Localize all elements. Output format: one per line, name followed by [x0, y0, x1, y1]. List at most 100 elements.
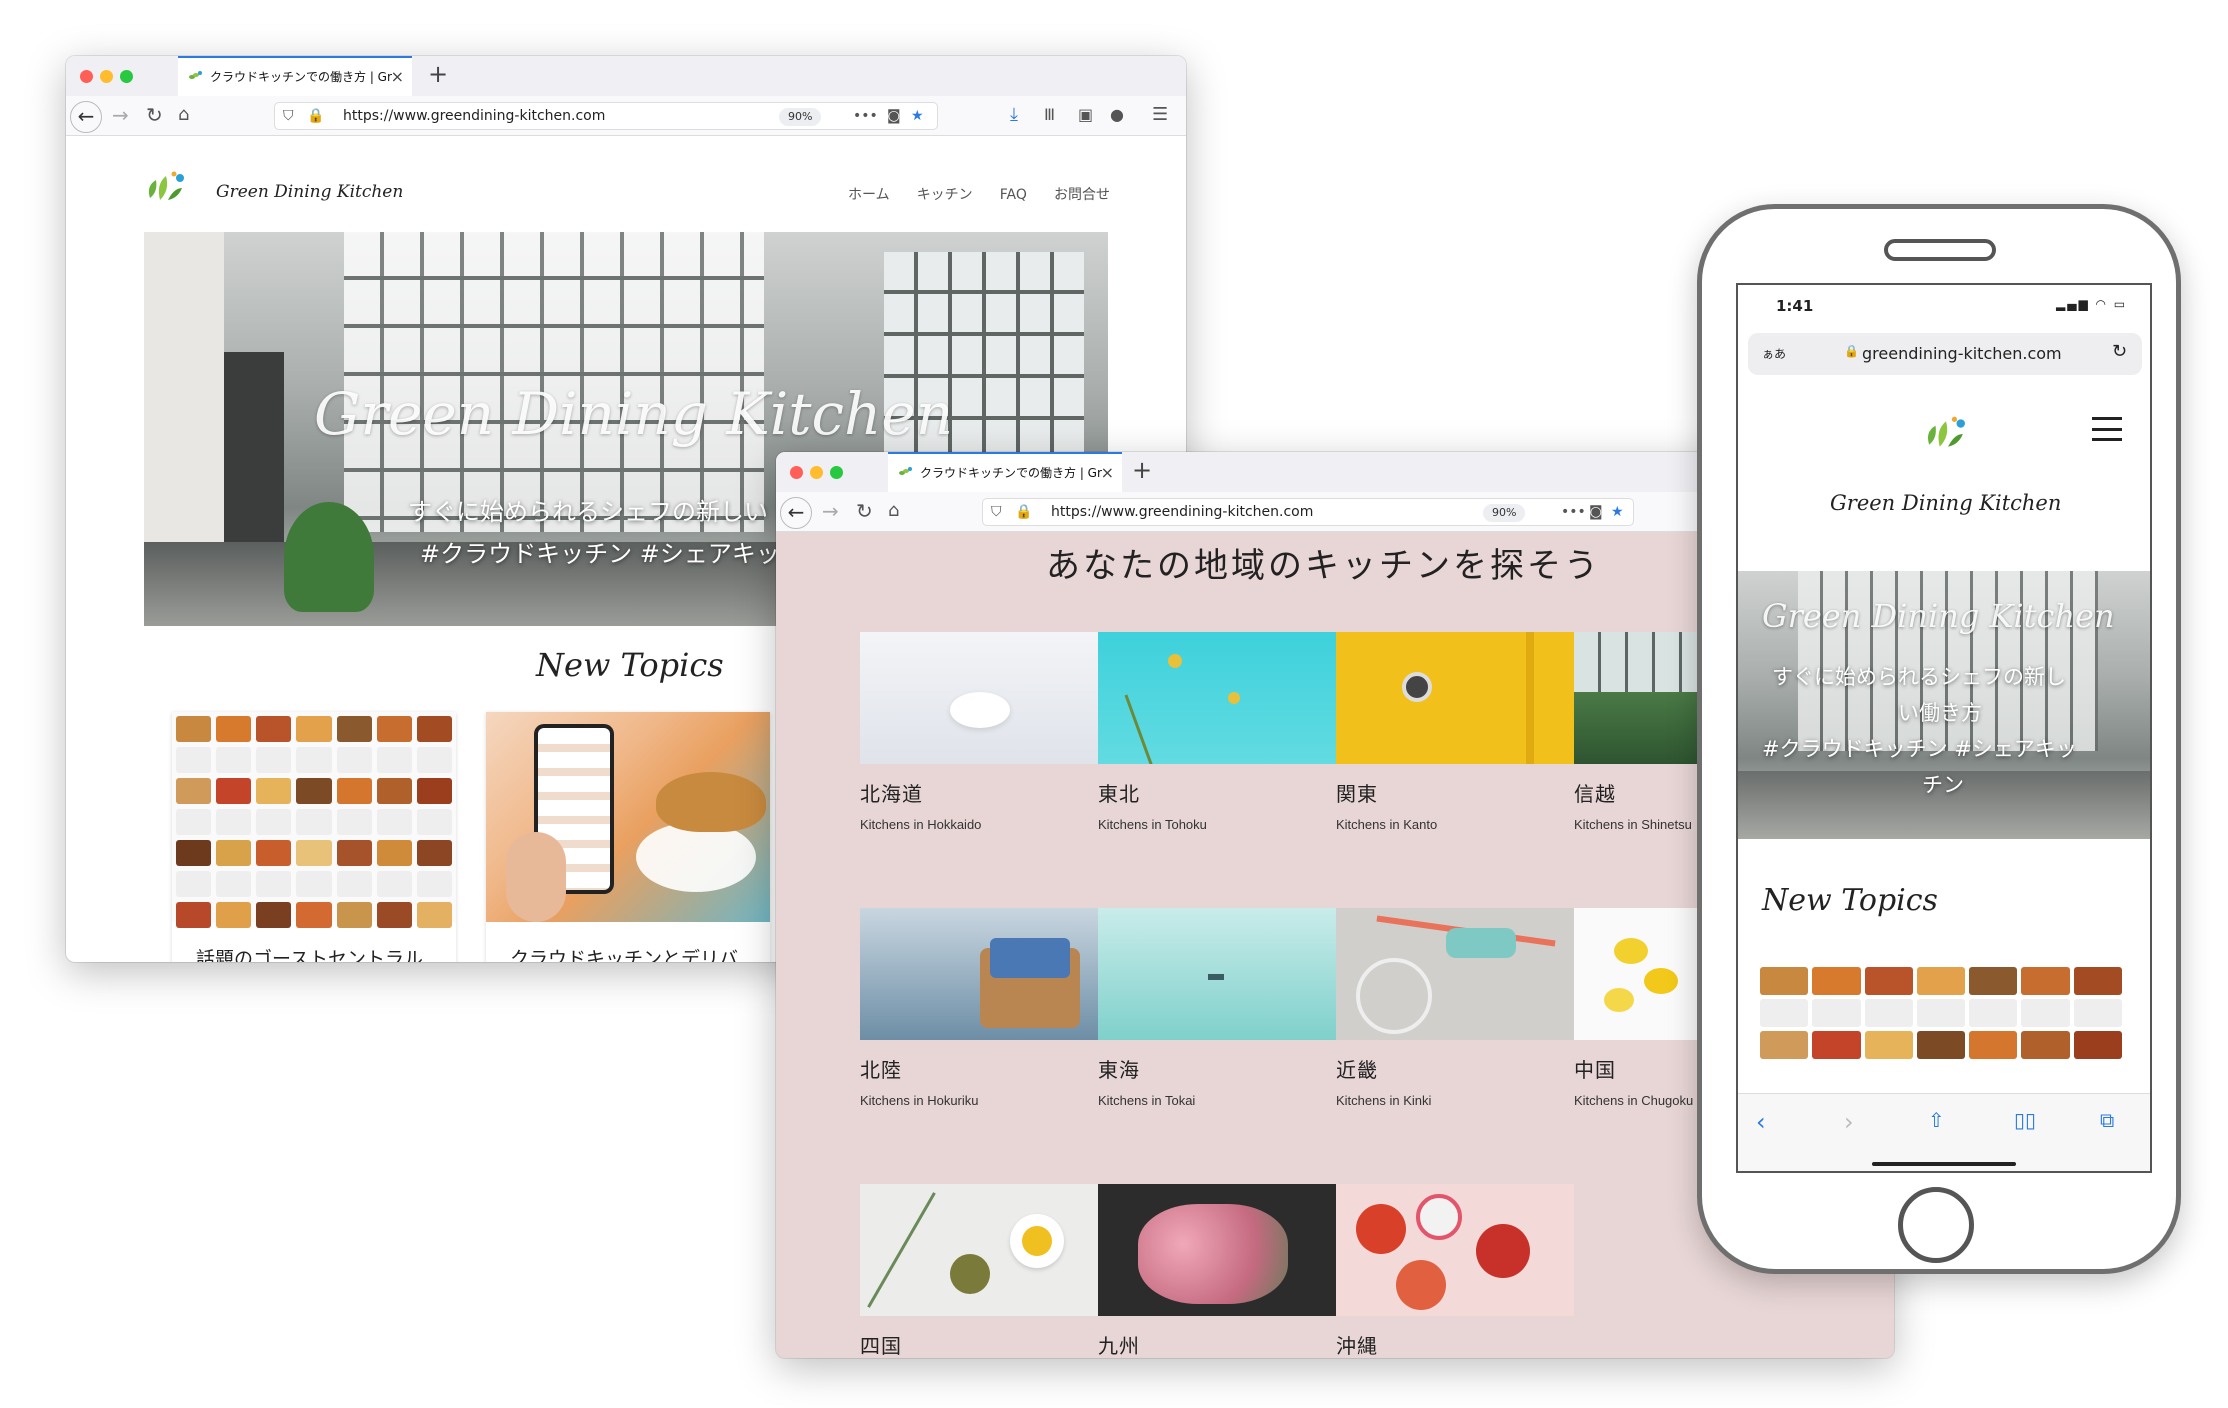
region-subtitle: Kitchens in Hokkaido [860, 817, 982, 832]
home-button[interactable]: ⌂ [888, 499, 899, 523]
new-tab-button[interactable]: + [1132, 456, 1152, 484]
home-indicator [1872, 1162, 2016, 1166]
region-card-hokuriku[interactable]: 北陸 Kitchens in Hokuriku [860, 908, 1098, 1108]
region-card-kyushu[interactable]: 九州 [1098, 1184, 1336, 1358]
nav-kitchen-link[interactable]: キッチン [917, 187, 973, 203]
region-image [860, 632, 1098, 764]
share-icon[interactable]: ⇧ [1928, 1108, 1945, 1132]
pocket-icon[interactable]: ◙ [1589, 504, 1603, 520]
bookmark-star-icon[interactable]: ★ [1611, 504, 1624, 520]
topic-card[interactable]: クラウドキッチンとデリバ [486, 712, 770, 962]
nav-faq-link[interactable]: FAQ [1000, 187, 1027, 203]
region-subtitle: Kitchens in Kinki [1336, 1093, 1432, 1108]
pocket-icon[interactable]: ◙ [887, 108, 901, 124]
sidebar-icon[interactable]: ▣ [1078, 103, 1093, 127]
phone-home-button[interactable] [1898, 1187, 1974, 1263]
library-icon[interactable]: Ⅲ [1044, 103, 1055, 127]
zoom-level[interactable]: 90% [1483, 504, 1526, 522]
region-image [1336, 632, 1574, 764]
lock-icon: 🔒 [1015, 504, 1033, 520]
hero-title: Green Dining Kitchen [1762, 597, 2115, 635]
phone-address-bar[interactable]: ぁあ 🔒 greendining-kitchen.com ↻ [1748, 333, 2142, 375]
phone-url-text: greendining-kitchen.com [1862, 344, 2062, 363]
tab-bar: クラウドキッチンでの働き方 | Gr × + [66, 56, 1186, 96]
phone-screen: 1:41 ▂▄▆ ◠ ▭ ぁあ 🔒 greendining-kitchen.co… [1736, 283, 2152, 1173]
lock-icon: 🔒 [1844, 344, 1859, 358]
zoom-window-button[interactable] [120, 70, 133, 83]
close-window-button[interactable] [80, 70, 93, 83]
minimize-window-button[interactable] [100, 70, 113, 83]
url-text: https://www.greendining-kitchen.com [1051, 504, 1314, 520]
back-button[interactable]: ← [70, 101, 102, 133]
forward-button[interactable]: › [1844, 1108, 1854, 1136]
close-window-button[interactable] [790, 466, 803, 479]
home-button[interactable]: ⌂ [178, 103, 189, 127]
nav-contact-link[interactable]: お問合せ [1054, 187, 1110, 203]
topic-card-title: 話題のゴーストセントラル [196, 948, 424, 962]
new-tab-button[interactable]: + [428, 60, 448, 88]
zoom-window-button[interactable] [830, 466, 843, 479]
region-card-shikoku[interactable]: 四国 [860, 1184, 1098, 1358]
account-icon[interactable]: ● [1110, 103, 1124, 127]
region-name: 近畿 [1336, 1058, 1378, 1082]
phone-speaker [1884, 239, 1996, 261]
region-subtitle: Kitchens in Kanto [1336, 817, 1438, 832]
reload-button[interactable]: ↻ [146, 103, 163, 127]
shield-icon: ⛉ [283, 108, 294, 124]
tabs-icon[interactable]: ⧉ [2100, 1108, 2114, 1132]
tab-active[interactable]: クラウドキッチンでの働き方 | Gr × [178, 56, 412, 96]
topic-card-image[interactable] [1760, 967, 2122, 1087]
url-bar[interactable]: ⛉ 🔒 https://www.greendining-kitchen.com … [982, 498, 1634, 526]
topic-card-image [486, 712, 770, 922]
topic-card[interactable]: 話題のゴーストセントラル [172, 712, 456, 962]
reload-button[interactable]: ↻ [856, 499, 873, 523]
region-name: 四国 [860, 1334, 902, 1358]
download-icon[interactable]: ⤓ [1010, 103, 1018, 127]
reader-aa-button[interactable]: ぁあ [1762, 345, 1786, 362]
close-tab-icon[interactable]: × [391, 67, 404, 86]
bookmarks-icon[interactable]: ▯▯ [2014, 1108, 2036, 1132]
region-card-kinki[interactable]: 近畿 Kitchens in Kinki [1336, 908, 1574, 1108]
tab-active[interactable]: クラウドキッチンでの働き方 | Gr × [888, 452, 1122, 492]
region-image [1336, 908, 1574, 1040]
site-logo-icon [1927, 416, 1965, 447]
region-name: 北海道 [860, 782, 923, 806]
region-card-okinawa[interactable]: 沖縄 [1336, 1184, 1574, 1358]
back-button[interactable]: ← [780, 497, 812, 529]
regions-heading: あなたの地域のキッチンを探そう [1046, 546, 1601, 586]
site-logo-text[interactable]: Green Dining Kitchen [1830, 491, 2061, 515]
more-icon[interactable]: ••• [1561, 504, 1586, 520]
region-image [860, 908, 1098, 1040]
menu-icon[interactable]: ☰ [1152, 103, 1168, 127]
region-card-kanto[interactable]: 関東 Kitchens in Kanto [1336, 632, 1574, 832]
region-card-hokkaido[interactable]: 北海道 Kitchens in Hokkaido [860, 632, 1098, 832]
safari-toolbar: ‹ › ⇧ ▯▯ ⧉ [1738, 1093, 2150, 1171]
back-button[interactable]: ‹ [1756, 1108, 1766, 1136]
region-name: 東海 [1098, 1058, 1140, 1082]
nav-home-link[interactable]: ホーム [848, 187, 890, 203]
more-icon[interactable]: ••• [853, 108, 878, 124]
hero-image: Green Dining Kitchen すぐに始められるシェフの新し い働き方… [1738, 571, 2150, 839]
site-logo-icon [148, 171, 184, 200]
url-bar[interactable]: ⛉ 🔒 https://www.greendining-kitchen.com … [274, 102, 938, 130]
minimize-window-button[interactable] [810, 466, 823, 479]
bookmark-star-icon[interactable]: ★ [911, 108, 924, 124]
topic-card-image [172, 712, 456, 928]
hamburger-menu-icon[interactable] [2092, 417, 2122, 441]
region-image [860, 1184, 1098, 1316]
forward-button[interactable]: → [112, 103, 129, 127]
hero-subtitle-1: すぐに始められるシェフの新し [1772, 665, 2066, 689]
site-logo-text[interactable]: Green Dining Kitchen [216, 182, 403, 202]
close-tab-icon[interactable]: × [1101, 463, 1114, 482]
region-name: 九州 [1098, 1334, 1140, 1358]
lock-icon: 🔒 [307, 108, 325, 124]
zoom-level[interactable]: 90% [779, 108, 822, 126]
region-image [1098, 632, 1336, 764]
forward-button[interactable]: → [822, 499, 839, 523]
region-card-tokai[interactable]: 東海 Kitchens in Tokai [1098, 908, 1336, 1108]
region-card-tohoku[interactable]: 東北 Kitchens in Tohoku [1098, 632, 1336, 832]
reload-icon[interactable]: ↻ [2112, 341, 2127, 362]
hero-subtitle-2: #クラウドキッチン #シェアキッ [420, 540, 780, 568]
region-subtitle: Kitchens in Tohoku [1098, 817, 1207, 832]
region-name: 北陸 [860, 1058, 902, 1082]
